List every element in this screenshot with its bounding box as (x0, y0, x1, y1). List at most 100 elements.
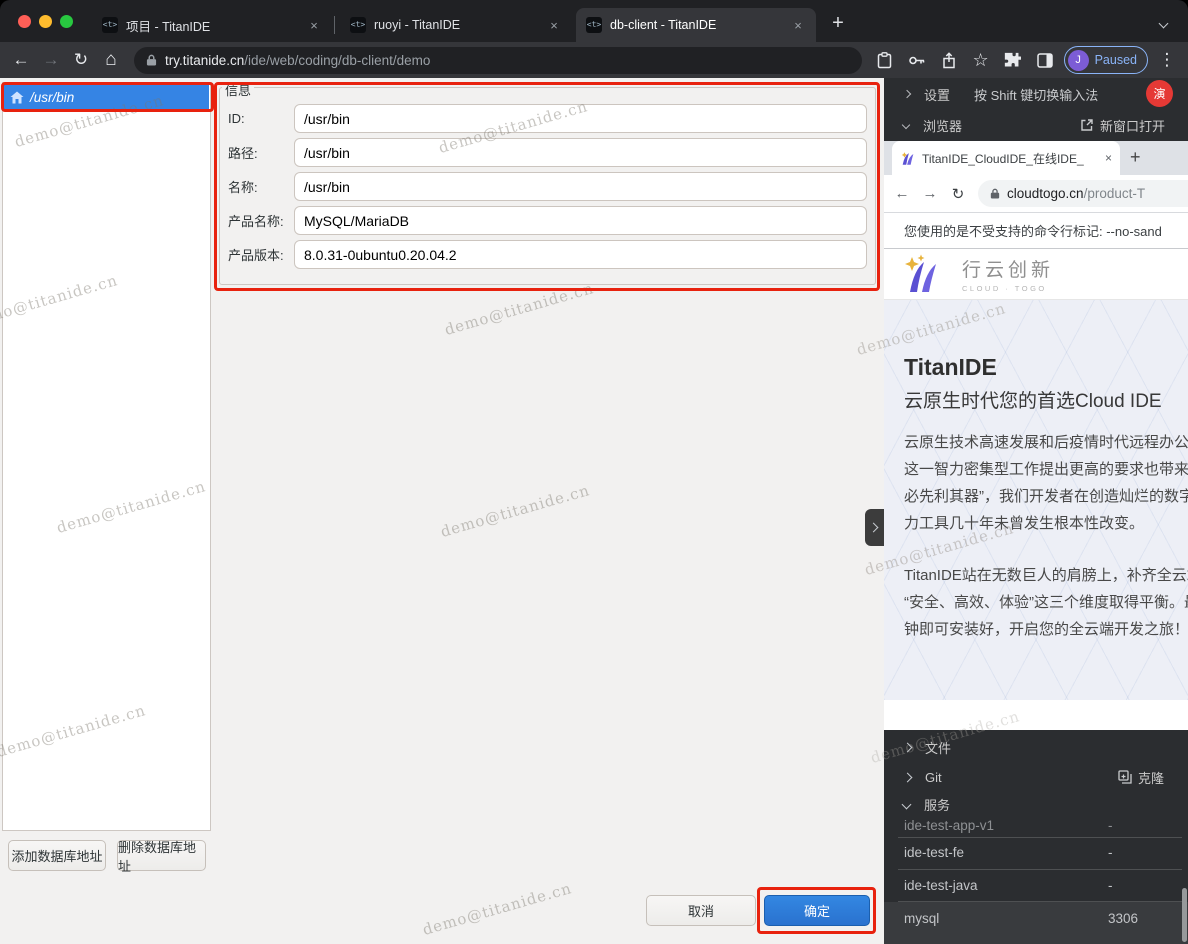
embedded-address-bar[interactable]: cloudtogo.cn/product-T (978, 180, 1188, 207)
database-address-list[interactable]: /usr/bin (2, 82, 211, 831)
service-name[interactable]: ide-test-java (904, 878, 978, 893)
info-form: 信息 ID: 路径: 名称: 产品名称: 产品版本: (219, 87, 876, 285)
service-port: - (1108, 878, 1113, 893)
window-controls (18, 15, 73, 28)
brand-subtitle: CLOUD · TOGO (962, 284, 1054, 293)
open-new-window-button[interactable]: 新窗口打开 (1080, 116, 1165, 135)
tab-project[interactable]: <t> 项目 - TitanIDE × (92, 8, 332, 42)
git-section-label: Git (925, 770, 942, 785)
service-name[interactable]: mysql (904, 911, 939, 926)
lock-icon (146, 53, 157, 67)
reload-button[interactable]: ↻ (66, 50, 96, 70)
git-section-row[interactable]: Git 克隆 (884, 762, 1188, 792)
maximize-window-button[interactable] (60, 15, 73, 28)
embedded-browser: TitanIDE_CloudIDE_在线IDE_ × + ← → ↻ cloud… (884, 141, 1188, 730)
forward-button[interactable]: → (36, 50, 66, 70)
service-port: - (1108, 818, 1113, 833)
hero-paragraph-2: TitanIDE站在无数巨人的肩膀上，补齐全云端 “安全、高效、体验”这三个维度… (904, 562, 1188, 643)
settings-section-row[interactable]: 设置 按 Shift 键切换输入法 演 (884, 78, 1188, 110)
browser-section-row[interactable]: 浏览器 新窗口打开 (884, 109, 1188, 141)
url-host: try.titanide.cn (165, 53, 244, 68)
profile-button[interactable]: J Paused (1064, 46, 1148, 74)
cloudtogo-header: 行云创新 CLOUD · TOGO (884, 249, 1188, 300)
browser-toolbar: ← → ↻ ⌂ try.titanide.cn/ide/web/coding/d… (0, 42, 1188, 78)
bookmark-star-icon[interactable]: ☆ (968, 47, 994, 73)
id-field[interactable] (294, 104, 867, 133)
password-key-icon[interactable] (904, 47, 930, 73)
embedded-tab[interactable]: TitanIDE_CloudIDE_在线IDE_ × (892, 141, 1120, 175)
tab-close-icon[interactable]: × (546, 18, 562, 33)
sync-paused-status: Paused (1095, 53, 1137, 67)
divider (898, 869, 1182, 870)
tab-separator (334, 16, 335, 34)
new-tab-button[interactable]: + (824, 10, 852, 38)
field-label-product-name: 产品名称: (228, 211, 294, 230)
home-button[interactable]: ⌂ (96, 49, 126, 71)
tab-db-client-active[interactable]: <t> db-client - TitanIDE × (576, 8, 816, 42)
git-clone-button[interactable]: 克隆 (1118, 768, 1164, 787)
settings-label: 设置 (924, 85, 950, 104)
tab-title: ruoyi - TitanIDE (374, 18, 538, 32)
chevron-right-icon (903, 772, 913, 782)
product-name-field[interactable] (294, 206, 867, 235)
panel-collapse-handle[interactable] (865, 509, 884, 546)
confirm-button[interactable]: 确定 (764, 895, 870, 926)
git-clone-label: 克隆 (1138, 768, 1164, 787)
embedded-url-host: cloudtogo.cn (1007, 186, 1084, 201)
field-label-name: 名称: (228, 177, 294, 196)
path-field[interactable] (294, 138, 867, 167)
cloudtogo-logo-icon (900, 254, 952, 294)
form-legend: 信息 (222, 80, 254, 99)
field-label-id: ID: (228, 111, 294, 126)
chevron-down-icon (902, 121, 910, 129)
service-name[interactable]: ide-test-fe (904, 845, 964, 860)
tab-search-chevron-icon[interactable] (1160, 14, 1174, 28)
open-new-window-label: 新窗口打开 (1100, 116, 1165, 135)
hero-title: TitanIDE (904, 354, 997, 381)
browser-menu-dots-icon[interactable]: ⋮ (1154, 47, 1180, 73)
share-icon[interactable] (936, 47, 962, 73)
embedded-reload-button[interactable]: ↻ (944, 185, 972, 203)
titanide-favicon: <t> (102, 17, 118, 33)
tab-ruoyi[interactable]: <t> ruoyi - TitanIDE × (340, 8, 572, 42)
back-button[interactable]: ← (6, 50, 36, 70)
embedded-toolbar: ← → ↻ cloudtogo.cn/product-T (884, 175, 1188, 212)
embedded-tab-close-icon[interactable]: × (1105, 151, 1112, 165)
delete-database-button[interactable]: 删除数据库地址 (117, 840, 206, 871)
tab-title: 项目 - TitanIDE (126, 16, 298, 35)
add-database-button[interactable]: 添加数据库地址 (8, 840, 106, 871)
address-bar[interactable]: try.titanide.cn/ide/web/coding/db-client… (134, 47, 862, 74)
cloudtogo-favicon (900, 151, 916, 166)
browser-section-label: 浏览器 (923, 116, 962, 135)
service-port: - (1108, 845, 1113, 860)
database-list-item-selected[interactable]: /usr/bin (4, 84, 209, 111)
close-window-button[interactable] (18, 15, 31, 28)
files-section-label: 文件 (925, 738, 951, 757)
tab-close-icon[interactable]: × (790, 18, 806, 33)
embedded-forward-button[interactable]: → (916, 185, 944, 202)
name-field[interactable] (294, 172, 867, 201)
clone-icon (1118, 770, 1132, 784)
product-version-field[interactable] (294, 240, 867, 269)
tab-close-icon[interactable]: × (306, 18, 322, 33)
embedded-url-path: /product-T (1084, 186, 1146, 201)
titanide-favicon: <t> (350, 17, 366, 33)
field-label-product-version: 产品版本: (228, 245, 294, 264)
files-section-row[interactable]: 文件 (884, 732, 1188, 762)
demo-badge: 演 (1146, 80, 1173, 107)
white-band (884, 700, 1188, 730)
minimize-window-button[interactable] (39, 15, 52, 28)
chevron-right-icon (903, 742, 913, 752)
scrollbar-thumb[interactable] (1182, 888, 1187, 942)
clipboard-icon[interactable] (872, 47, 898, 73)
titanide-favicon: <t> (586, 17, 602, 33)
side-panel-icon[interactable] (1032, 47, 1058, 73)
hero-subtitle: 云原生时代您的首选Cloud IDE (904, 386, 1162, 413)
embedded-new-tab-button[interactable]: + (1130, 147, 1141, 168)
service-name[interactable]: ide-test-app-v1 (904, 818, 994, 833)
extensions-puzzle-icon[interactable] (1000, 47, 1026, 73)
cancel-button[interactable]: 取消 (646, 895, 756, 926)
embedded-back-button[interactable]: ← (888, 185, 916, 202)
ime-hint: 按 Shift 键切换输入法 (974, 85, 1098, 104)
services-section-row[interactable]: 服务 (884, 790, 1188, 818)
